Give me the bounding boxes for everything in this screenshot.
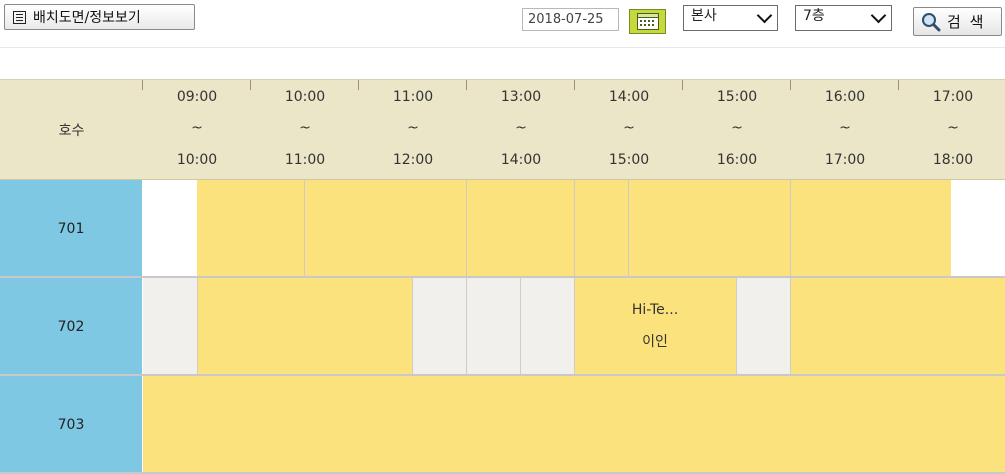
calendar-icon — [636, 13, 659, 30]
room-row-701: 701 — [0, 180, 1005, 277]
schedule-cell-booked[interactable] — [143, 376, 1005, 473]
room-label: 703 — [0, 376, 142, 473]
time-slot-header: 15:00 ~16:00 — [716, 89, 758, 168]
room-column-header: 호수 — [58, 123, 85, 139]
floor-select-value: 7층 — [803, 8, 825, 24]
booking-title: Hi-Te... — [631, 302, 679, 318]
search-button[interactable]: 검 색 — [913, 7, 1002, 36]
cell-divider — [520, 278, 521, 375]
date-field[interactable]: 2018-07-25 — [522, 8, 619, 31]
room-row-702: 702 Hi-Te... 이인 — [0, 278, 1005, 375]
cell-divider — [790, 278, 791, 375]
time-slot-header: 14:00 ~15:00 — [608, 89, 650, 168]
time-slot-header: 16:00 ~17:00 — [824, 89, 866, 168]
booking-person: 이인 — [642, 334, 668, 350]
chevron-down-icon — [756, 7, 773, 24]
search-icon — [922, 12, 941, 31]
time-slot-header: 10:00 ~11:00 — [284, 89, 326, 168]
time-slot-header: 11:00 ~12:00 — [392, 89, 434, 168]
cell-divider — [574, 180, 575, 277]
schedule-cell-available[interactable] — [412, 278, 574, 375]
branch-select-value: 본사 — [691, 8, 717, 24]
schedule-header: 호수 09:00 ~10:00 10:00 ~11:00 11:00 ~12:00 1… — [0, 79, 1005, 180]
schedule-cell-booked[interactable] — [197, 278, 412, 375]
time-slot-header: 09:00 ~10:00 — [176, 89, 218, 168]
layout-info-button[interactable]: 배치도면/정보보기 — [4, 4, 195, 30]
time-slot-header: 13:00 ~14:00 — [500, 89, 542, 168]
branch-select[interactable]: 본사 — [683, 5, 778, 31]
cell-divider — [304, 180, 305, 277]
schedule-cell-booked[interactable] — [790, 278, 1005, 375]
cell-divider — [736, 278, 737, 375]
toolbar-divider — [0, 47, 1005, 48]
schedule-cell-available[interactable] — [143, 278, 197, 375]
schedule-cell-empty[interactable] — [951, 180, 1005, 277]
layout-info-button-label: 배치도면/정보보기 — [33, 10, 141, 26]
schedule-cell-empty[interactable] — [143, 180, 197, 277]
calendar-button[interactable] — [629, 9, 666, 34]
cell-divider — [790, 180, 791, 277]
list-icon — [13, 10, 26, 24]
cell-divider — [466, 180, 467, 277]
cell-divider — [197, 278, 198, 375]
cell-divider — [412, 278, 413, 375]
room-label: 702 — [0, 278, 142, 375]
time-slot-header: 17:00 ~18:00 — [932, 89, 974, 168]
booking-info[interactable]: Hi-Te... 이인 — [574, 294, 736, 358]
room-label: 701 — [0, 180, 142, 277]
cell-divider — [628, 180, 629, 277]
cell-divider — [466, 278, 467, 375]
search-button-label: 검 색 — [947, 13, 986, 31]
schedule-cell-available[interactable] — [736, 278, 790, 375]
chevron-down-icon — [870, 7, 887, 24]
room-row-703: 703 — [0, 376, 1005, 473]
floor-select[interactable]: 7층 — [795, 5, 892, 31]
